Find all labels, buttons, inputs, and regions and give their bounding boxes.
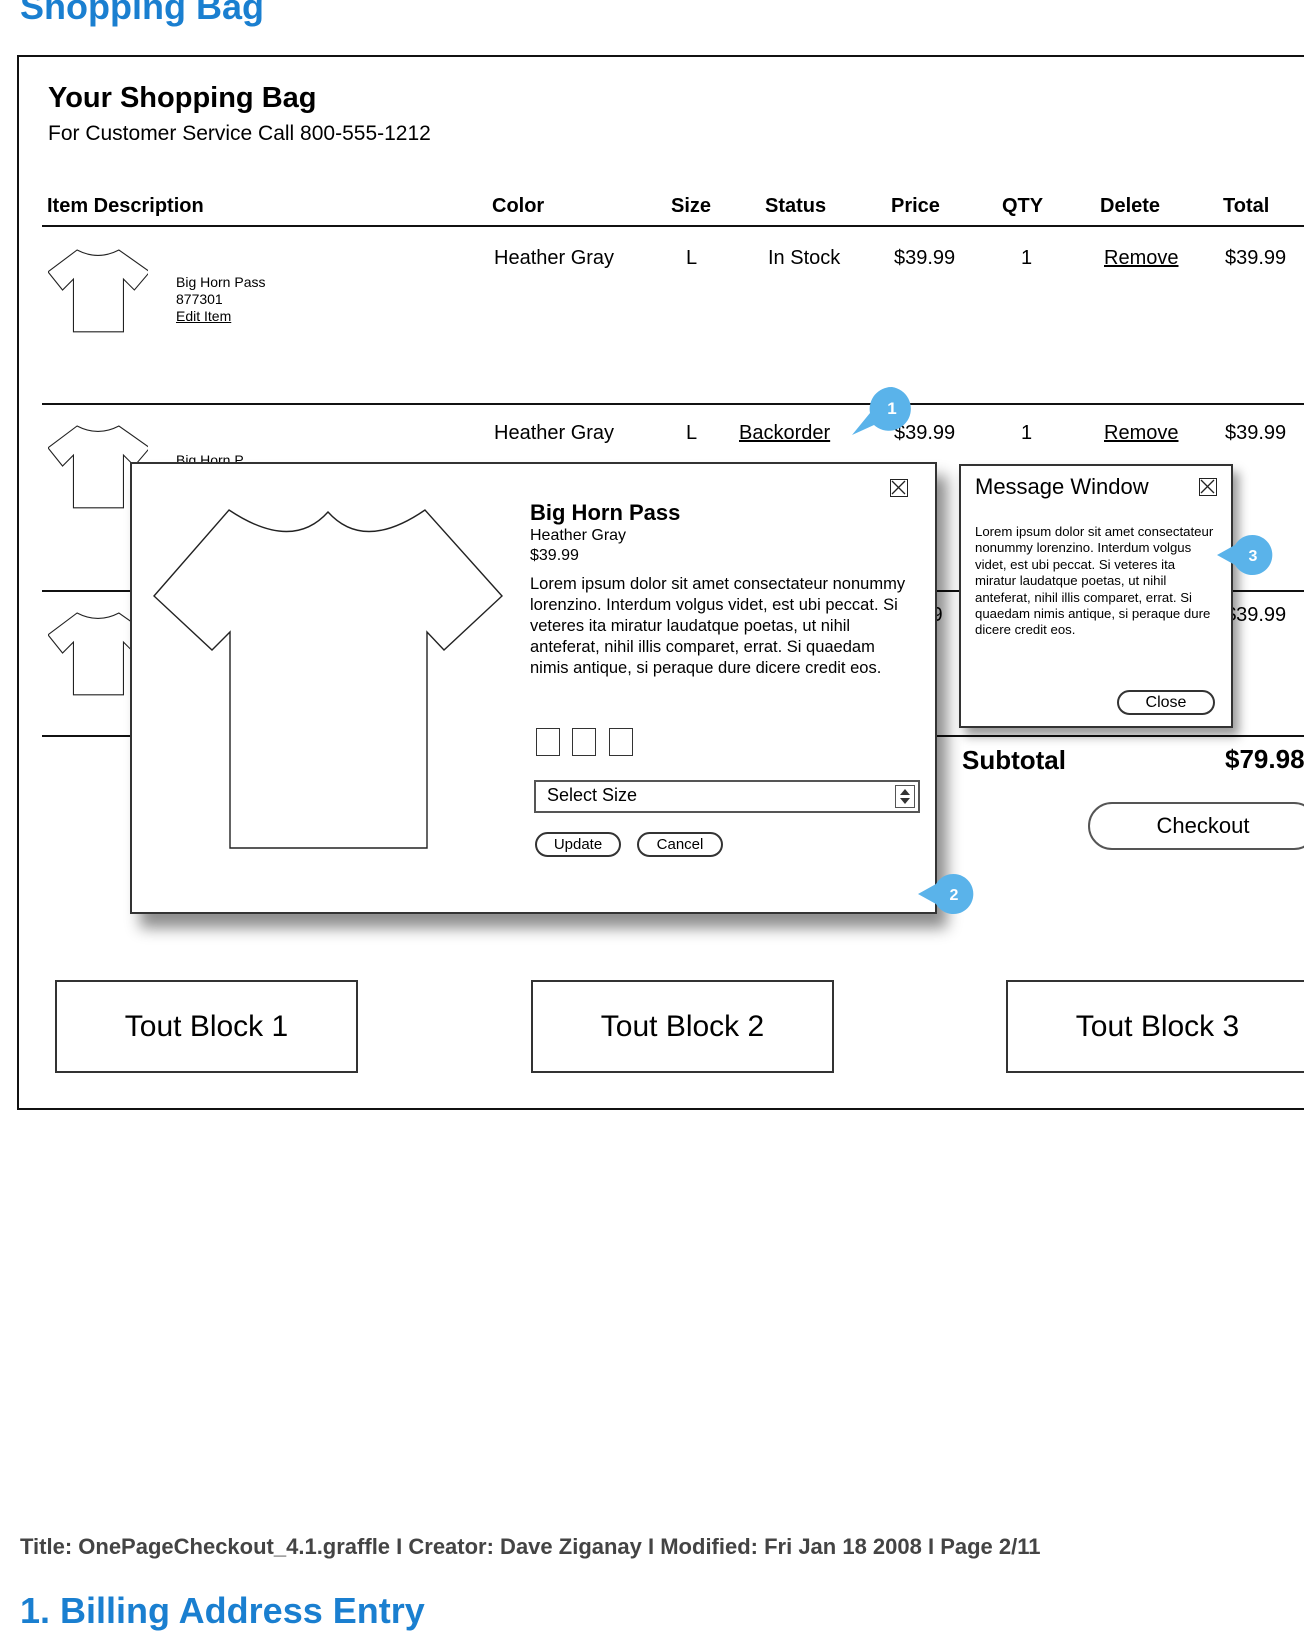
customer-service-text: For Customer Service Call 800-555-1212 [48,122,431,145]
tout-block-1[interactable]: Tout Block 1 [55,980,358,1073]
close-icon[interactable] [890,479,908,497]
col-header-total: Total [1223,195,1270,217]
item-size: L [686,247,698,269]
tout-block-2[interactable]: Tout Block 2 [531,980,834,1073]
item-price: $39.99 [894,247,956,269]
item-name: Big Horn Pass [176,274,266,290]
callout-3-number: 3 [1249,548,1258,565]
close-icon[interactable] [1199,478,1217,496]
callout-pointer: 1 [852,386,911,435]
modal-product-name: Big Horn Pass [530,500,681,525]
table-row [47,240,151,345]
color-swatch[interactable] [572,728,596,756]
color-swatch[interactable] [609,728,633,756]
row-divider [42,403,1304,405]
col-header-price: Price [891,195,940,217]
remove-link[interactable]: Remove [1104,247,1178,270]
subtotal-value: $79.98 [1225,744,1304,774]
col-header-size: Size [671,195,712,217]
col-header-status: Status [765,195,827,217]
item-color: Heather Gray [494,247,615,269]
item-qty: 1 [1021,247,1033,269]
header-divider [42,225,1304,227]
item-color: Heather Gray [494,422,615,444]
remove-link[interactable]: Remove [1104,422,1178,445]
up-down-stepper-icon[interactable] [895,785,915,808]
item-status: In Stock [768,247,841,269]
callout-2: 2 [918,872,980,923]
callout-pointer: 2 [918,874,974,914]
callout-2-number: 2 [950,887,959,904]
tshirt-icon [47,249,151,333]
col-header-item-description: Item Description [47,195,204,217]
item-qty: 1 [1021,422,1033,444]
color-swatch[interactable] [536,728,560,756]
callout-1: 1 [852,385,912,442]
tout-block-3[interactable]: Tout Block 3 [1006,980,1304,1073]
next-section-title: 1. Billing Address Entry [20,1590,425,1631]
size-select-value: Select Size [547,785,638,805]
message-close-button[interactable]: Close [1117,690,1215,715]
modal-product-price: $39.99 [530,547,579,564]
col-header-qty: QTY [1002,195,1044,217]
size-select[interactable]: Select Size [534,780,920,813]
item-size: L [686,422,698,444]
callout-1-number: 1 [887,399,896,418]
callout-pointer: 3 [1217,535,1273,575]
edit-item-link[interactable]: Edit Item [176,308,231,325]
section-title: Shopping Bag [20,0,264,27]
update-button[interactable]: Update [535,832,621,857]
bag-title: Your Shopping Bag [48,82,317,114]
checkout-button[interactable]: Checkout [1088,802,1304,850]
document-meta-footer: Title: OnePageCheckout_4.1.graffle I Cre… [20,1534,1041,1559]
message-window-title: Message Window [975,474,1149,499]
backorder-link[interactable]: Backorder [739,422,830,445]
modal-product-description: Lorem ipsum dolor sit amet consectateur … [530,575,906,677]
subtotal-label: Subtotal [962,745,1066,775]
col-header-color: Color [492,195,545,217]
item-total: $39.99 [1225,604,1287,626]
cancel-button[interactable]: Cancel [637,832,723,857]
callout-3: 3 [1217,533,1279,584]
item-total: $39.99 [1225,247,1287,269]
item-total: $39.99 [1225,422,1287,444]
col-header-delete: Delete [1100,195,1161,217]
tshirt-icon [153,495,503,849]
modal-product-color: Heather Gray [530,527,627,544]
message-window-body: Lorem ipsum dolor sit amet consectateur … [975,524,1214,638]
item-sku: 877301 [176,291,223,307]
